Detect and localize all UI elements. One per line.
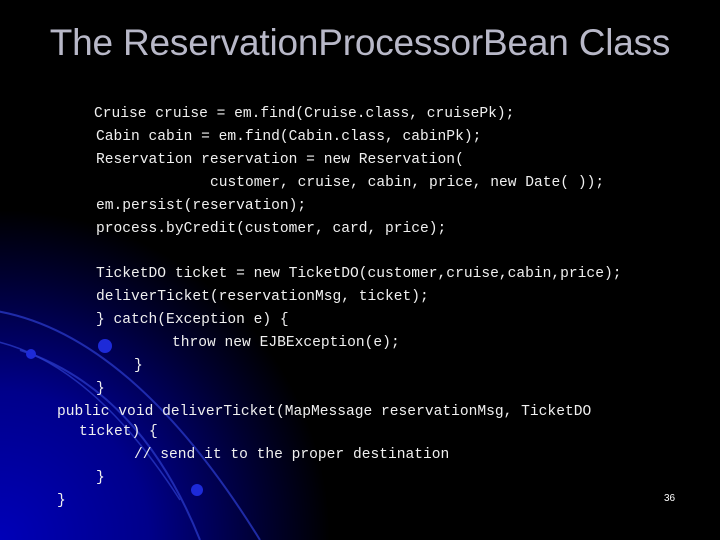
code-block: Cruise cruise = em.find(Cruise.class, cr… xyxy=(0,0,621,509)
code-line: customer, cruise, cabin, price, new Date… xyxy=(210,175,605,191)
decorative-dot xyxy=(191,484,203,496)
code-line: Cabin cabin = em.find(Cabin.class, cabin… xyxy=(96,129,482,145)
code-line: Cruise cruise = em.find(Cruise.class, cr… xyxy=(94,106,515,122)
slide-title: The ReservationProcessorBean Class xyxy=(49,22,671,63)
code-line: } xyxy=(57,493,66,509)
code-line: throw new EJBException(e); xyxy=(172,335,400,351)
page-number: 36 xyxy=(664,493,676,504)
code-line: process.byCredit(customer, card, price); xyxy=(96,221,447,237)
code-line: } xyxy=(96,381,105,397)
code-line: public void deliverTicket(MapMessage res… xyxy=(57,404,592,420)
code-line: ticket) { xyxy=(79,424,158,440)
decorative-dot xyxy=(98,339,112,353)
code-line: } xyxy=(134,358,143,374)
code-line: deliverTicket(reservationMsg, ticket); xyxy=(96,289,429,305)
code-line: // send it to the proper destination xyxy=(134,447,450,463)
code-line: Reservation reservation = new Reservatio… xyxy=(96,152,464,168)
decorative-dot xyxy=(26,349,36,359)
code-line: } catch(Exception e) { xyxy=(96,312,289,328)
code-line: em.persist(reservation); xyxy=(96,198,307,214)
code-line: } xyxy=(96,470,105,486)
code-line: TicketDO ticket = new TicketDO(customer,… xyxy=(96,266,622,282)
